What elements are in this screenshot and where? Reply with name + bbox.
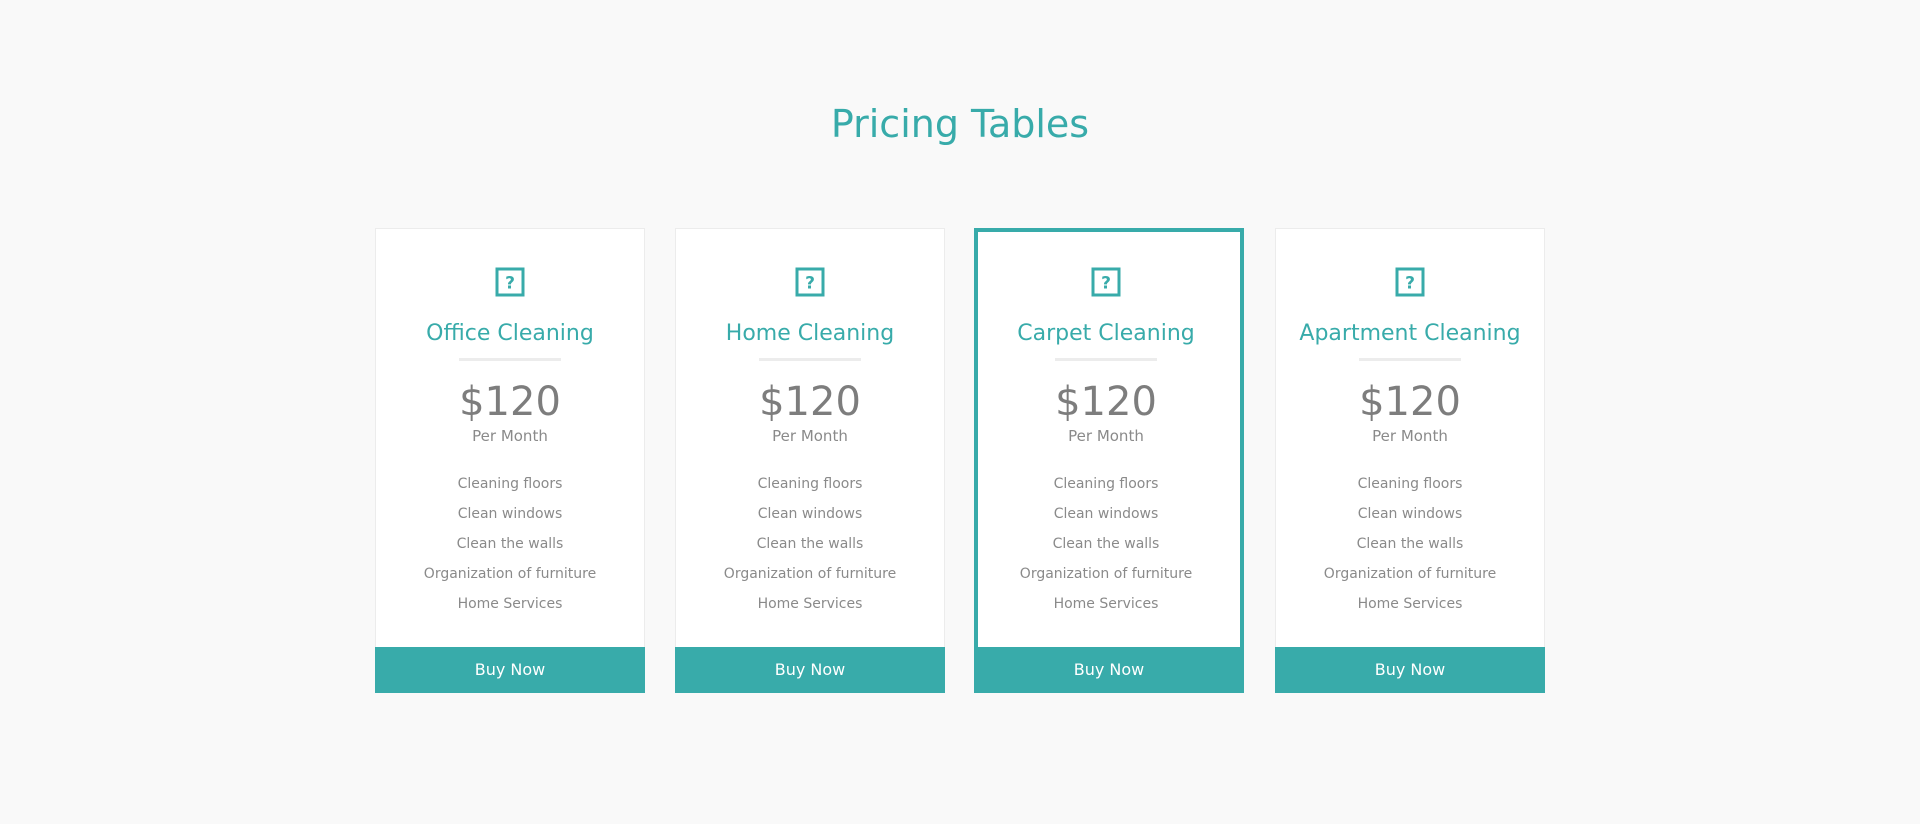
feature-item: Home Services xyxy=(457,596,563,612)
pricing-card-apartment: ? Apartment Cleaning $120 Per Month Clea… xyxy=(1275,228,1545,693)
page-title: Pricing Tables xyxy=(830,102,1090,146)
plan-name: Apartment Cleaning xyxy=(1299,321,1521,346)
feature-item: Clean the walls xyxy=(1356,536,1464,552)
divider xyxy=(759,358,861,361)
feature-item: Clean windows xyxy=(757,506,863,522)
pricing-card-home: ? Home Cleaning $120 Per Month Cleaning … xyxy=(675,228,945,693)
feature-item: Cleaning floors xyxy=(1357,476,1463,492)
question-square-icon: ? xyxy=(1395,267,1425,297)
feature-item: Home Services xyxy=(757,596,863,612)
buy-now-button[interactable]: Buy Now xyxy=(1275,647,1545,693)
feature-item: Organization of furniture xyxy=(1019,566,1193,582)
svg-text:?: ? xyxy=(505,274,515,294)
plan-price: $120 xyxy=(759,379,861,425)
feature-list: Cleaning floors Clean windows Clean the … xyxy=(676,469,944,619)
plan-price: $120 xyxy=(459,379,561,425)
feature-item: Organization of furniture xyxy=(723,566,897,582)
svg-text:?: ? xyxy=(805,274,815,294)
plan-price: $120 xyxy=(1055,379,1157,425)
question-square-icon: ? xyxy=(795,267,825,297)
plan-period: Per Month xyxy=(772,427,848,445)
pricing-cards: ? Office Cleaning $120 Per Month Cleanin… xyxy=(375,228,1545,693)
card-body: ? Home Cleaning $120 Per Month Cleaning … xyxy=(676,229,944,649)
plan-name: Carpet Cleaning xyxy=(1017,321,1195,346)
question-square-icon: ? xyxy=(1091,267,1121,297)
buy-now-button[interactable]: Buy Now xyxy=(974,647,1244,693)
buy-now-button[interactable]: Buy Now xyxy=(675,647,945,693)
divider xyxy=(1055,358,1157,361)
question-square-icon: ? xyxy=(495,267,525,297)
feature-item: Clean windows xyxy=(457,506,563,522)
svg-text:?: ? xyxy=(1101,274,1111,294)
divider xyxy=(1359,358,1461,361)
pricing-card-carpet: ? Carpet Cleaning $120 Per Month Cleanin… xyxy=(974,228,1244,693)
card-body: ? Carpet Cleaning $120 Per Month Cleanin… xyxy=(975,229,1237,649)
svg-text:?: ? xyxy=(1405,274,1415,294)
feature-item: Clean the walls xyxy=(1052,536,1160,552)
feature-list: Cleaning floors Clean windows Clean the … xyxy=(376,469,644,619)
feature-item: Clean the walls xyxy=(756,536,864,552)
plan-period: Per Month xyxy=(1068,427,1144,445)
feature-item: Cleaning floors xyxy=(1053,476,1159,492)
feature-item: Cleaning floors xyxy=(457,476,563,492)
feature-item: Organization of furniture xyxy=(1323,566,1497,582)
divider xyxy=(459,358,561,361)
plan-period: Per Month xyxy=(1372,427,1448,445)
feature-list: Cleaning floors Clean windows Clean the … xyxy=(1276,469,1544,619)
pricing-card-office: ? Office Cleaning $120 Per Month Cleanin… xyxy=(375,228,645,693)
feature-item: Cleaning floors xyxy=(757,476,863,492)
plan-period: Per Month xyxy=(472,427,548,445)
feature-item: Home Services xyxy=(1053,596,1159,612)
feature-item: Clean the walls xyxy=(456,536,564,552)
plan-name: Office Cleaning xyxy=(426,321,594,346)
feature-item: Organization of furniture xyxy=(423,566,597,582)
card-body: ? Office Cleaning $120 Per Month Cleanin… xyxy=(376,229,644,649)
feature-list: Cleaning floors Clean windows Clean the … xyxy=(975,469,1237,619)
feature-item: Clean windows xyxy=(1357,506,1463,522)
plan-name: Home Cleaning xyxy=(725,321,895,346)
plan-price: $120 xyxy=(1359,379,1461,425)
feature-item: Clean windows xyxy=(1053,506,1159,522)
feature-item: Home Services xyxy=(1357,596,1463,612)
buy-now-button[interactable]: Buy Now xyxy=(375,647,645,693)
card-body: ? Apartment Cleaning $120 Per Month Clea… xyxy=(1276,229,1544,649)
